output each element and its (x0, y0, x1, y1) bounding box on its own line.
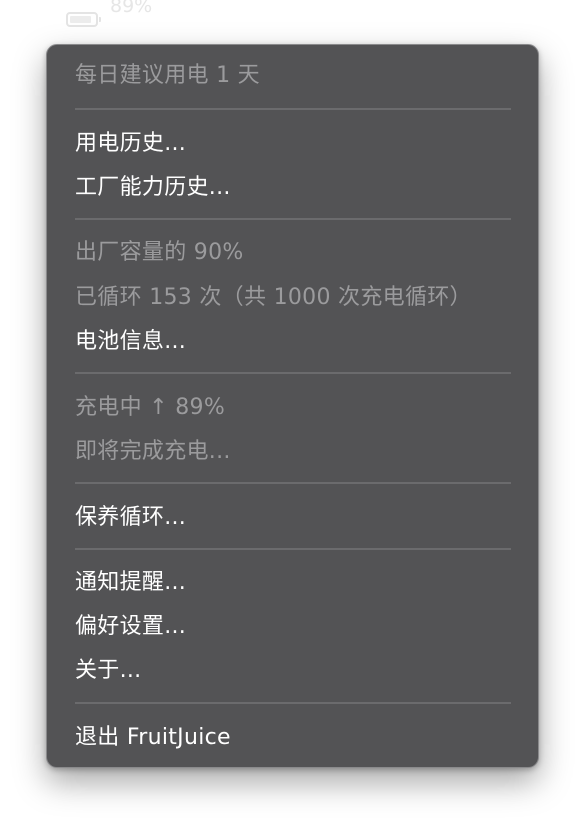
menu-item-battery-info[interactable]: 电池信息... (75, 328, 186, 356)
menu-item-preferences[interactable]: 偏好设置... (75, 613, 186, 641)
menu-item-maintenance-cycle[interactable]: 保养循环... (75, 504, 186, 532)
menubar-battery-item[interactable]: 89% (66, 0, 152, 38)
factory-capacity-label: 出厂容量的 90% (75, 240, 244, 265)
menu-item-factory-capacity-history[interactable]: 工厂能力历史... (75, 174, 231, 202)
battery-icon (66, 11, 101, 27)
daily-recommendation-label: 每日建议用电 1 天 (75, 63, 260, 88)
cycle-count-label: 已循环 153 次（共 1000 次充电循环） (75, 285, 472, 310)
charging-eta-label: 即将完成充电... (75, 439, 231, 464)
menu-item-about[interactable]: 关于... (75, 657, 141, 685)
menu-item-notifications[interactable]: 通知提醒... (75, 569, 186, 597)
battery-percent-label: 89% (110, 0, 153, 17)
menu-separator (75, 548, 511, 550)
menu-separator (75, 218, 511, 220)
menu-separator (75, 702, 511, 704)
menu-separator (75, 108, 511, 110)
battery-level-fill (70, 15, 91, 23)
menu-item-quit[interactable]: 退出 FruitJuice (75, 724, 231, 752)
menu-separator (75, 482, 511, 484)
menu-separator (75, 372, 511, 374)
fruitjuice-dropdown-menu: 每日建议用电 1 天 用电历史... 工厂能力历史... 出厂容量的 90% 已… (46, 44, 539, 768)
menu-item-usage-history[interactable]: 用电历史... (75, 130, 186, 158)
charging-status-label: 充电中 ↑ 89% (75, 395, 226, 420)
